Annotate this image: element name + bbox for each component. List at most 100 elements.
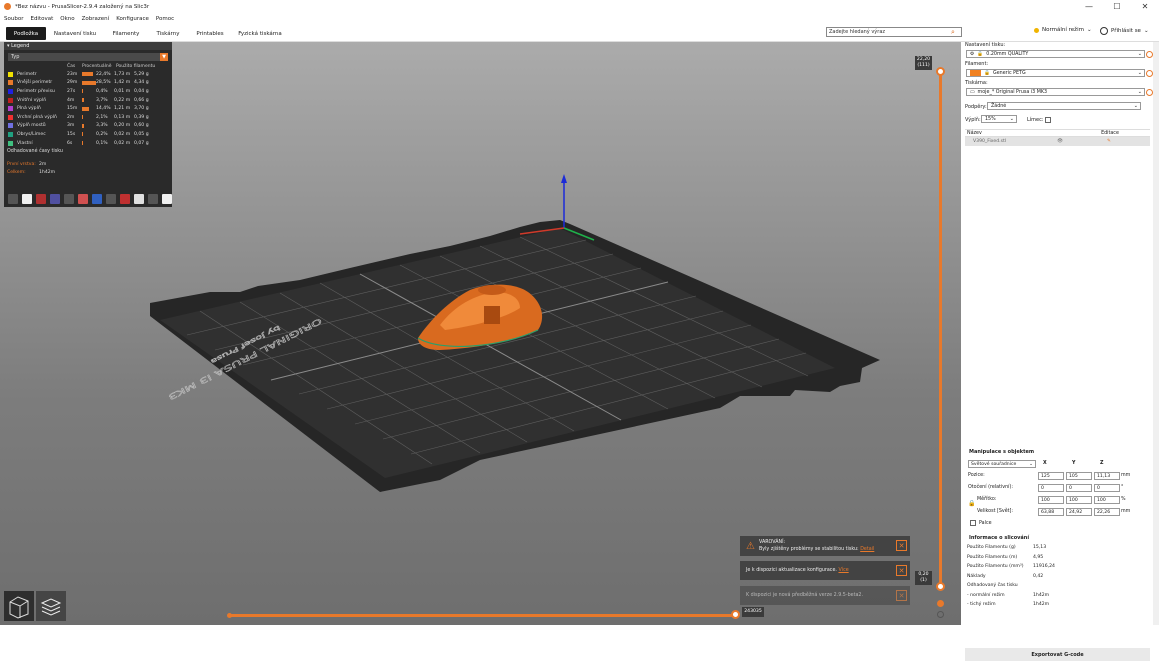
infill-select[interactable]: 15% ⌄	[981, 115, 1017, 123]
maximize-button[interactable]: ☐	[1103, 0, 1131, 13]
print-settings-edit-icon[interactable]	[1146, 51, 1153, 58]
close-button[interactable]: ✕	[1131, 0, 1159, 13]
search-icon[interactable]: ⌕	[951, 28, 959, 36]
filament-value: Generic PETG	[992, 70, 1026, 76]
position-z-input[interactable]: 11,13	[1094, 472, 1120, 480]
filament-select[interactable]: 🔒 Generic PETG ⌄	[966, 69, 1145, 77]
position-x-input[interactable]: 125	[1038, 472, 1064, 480]
rotation-x-input[interactable]: 0	[1038, 484, 1064, 492]
tab-printers[interactable]: Tiskárny	[152, 27, 184, 40]
retractions-icon[interactable]	[36, 194, 46, 204]
legend-row[interactable]: Obrys/Límec 15s 0,2% 0,02 m 0,05 g	[4, 130, 172, 139]
close-icon[interactable]: ✕	[896, 565, 907, 576]
menu-view[interactable]: Zobrazení	[82, 16, 110, 22]
rotation-z-input[interactable]: 0	[1094, 484, 1120, 492]
lock-icon[interactable]: 🔒	[968, 500, 975, 507]
legend-row[interactable]: Perimetr 23m 22,4% 1,73 m 5,29 g	[4, 70, 172, 79]
3d-view-button[interactable]	[4, 591, 34, 621]
wipe-icon[interactable]	[22, 194, 32, 204]
legend-row-length: 0,20 m	[114, 123, 131, 129]
eye-icon[interactable]: 👁	[1057, 139, 1107, 144]
legend-row[interactable]: Vlastní 6s 0,1% 0,02 m 0,07 g	[4, 139, 172, 148]
scale-y-input[interactable]: 100	[1066, 496, 1092, 504]
minimize-button[interactable]: —	[1075, 0, 1103, 13]
legend-row[interactable]: Plná výplň 15m 14,4% 1,21 m 3,70 g	[4, 104, 172, 113]
printer-select[interactable]: ▭ moje_* Original Prusa i3 MK3 ⌄	[966, 88, 1145, 96]
shells-icon[interactable]	[148, 194, 158, 204]
seams-icon[interactable]	[64, 194, 74, 204]
menu-configuration[interactable]: Konfigurace	[116, 16, 149, 22]
tab-printables[interactable]: Printables	[192, 27, 228, 40]
sidebar-scrollbar[interactable]	[1153, 42, 1159, 625]
deretractions-icon[interactable]	[50, 194, 60, 204]
tab-physical-printer[interactable]: Fyzická tiskárna	[236, 27, 284, 40]
layer-slider-settings-icon[interactable]	[937, 611, 944, 618]
mode-selector[interactable]: Normální režim ⌄	[1034, 27, 1092, 33]
edit-icon[interactable]: ✎	[1107, 139, 1111, 144]
config-update-link[interactable]: Více	[838, 568, 848, 573]
moves-slider[interactable]	[229, 614, 737, 617]
filament-edit-icon[interactable]	[1146, 70, 1153, 77]
legend-type-select[interactable]: Typ ▼	[8, 53, 168, 61]
menu-edit[interactable]: Editovat	[30, 16, 53, 22]
moves-slider-start-handle[interactable]	[227, 613, 232, 618]
brim-checkbox[interactable]	[1045, 117, 1051, 123]
legend-row[interactable]: Vnější perimetr 29m 28,5% 1,42 m 4,34 g	[4, 79, 172, 88]
legend-row-weight: 4,34 g	[134, 80, 149, 86]
coordinate-system-select[interactable]: Světové souřadnice ⌄	[968, 460, 1036, 468]
color-changes-icon[interactable]	[92, 194, 102, 204]
warning-icon: ⚠	[746, 540, 755, 552]
pause-prints-icon[interactable]	[106, 194, 116, 204]
supports-select[interactable]: Žádné ⌄	[987, 102, 1141, 110]
infill-label: Výplň:	[965, 117, 981, 123]
tool-changes-icon[interactable]	[78, 194, 88, 204]
legend-row[interactable]: Vrchní plná výplň 2m 2,1% 0,13 m 0,39 g	[4, 113, 172, 122]
tool-marker-icon[interactable]	[162, 194, 172, 204]
legend-row[interactable]: Vnitřní výplň 4m 3,7% 0,22 m 0,66 g	[4, 96, 172, 105]
legend-row-weight: 0,04 g	[134, 88, 149, 94]
layer-slider[interactable]	[939, 70, 942, 586]
legend-row-name: Plná výplň	[17, 106, 41, 112]
warning-detail-link[interactable]: Detail	[860, 547, 874, 552]
print-settings-select[interactable]: ⚙ 🔒 0.20mm QUALITY ⌄	[966, 50, 1145, 58]
legend-row[interactable]: Výplň mostů 3m 3,3% 0,20 m 0,60 g	[4, 122, 172, 131]
tab-print-settings[interactable]: Nastavení tisku	[52, 27, 98, 40]
close-icon[interactable]: ✕	[896, 590, 907, 601]
moves-slider-handle[interactable]	[731, 610, 740, 619]
menu-file[interactable]: Soubor	[4, 16, 23, 22]
object-row[interactable]: V390_Fixed.stl 👁 ✎	[965, 137, 1150, 146]
search-input[interactable]: Zadejte hledaný výraz ⌕	[826, 27, 962, 37]
first-layer-value: 2m	[39, 161, 47, 167]
login-button[interactable]: Přihlásit se ⌄	[1100, 27, 1149, 35]
legend-row-bar	[82, 98, 96, 103]
close-icon[interactable]: ✕	[896, 540, 907, 551]
menu-window[interactable]: Okno	[60, 16, 74, 22]
size-x-input[interactable]: 63,88	[1038, 508, 1064, 516]
scale-z-input[interactable]: 100	[1094, 496, 1120, 504]
center-of-gravity-icon[interactable]	[134, 194, 144, 204]
size-y-input[interactable]: 24,92	[1066, 508, 1092, 516]
inches-checkbox[interactable]	[970, 520, 976, 526]
coords-value: Světové souřadnice	[971, 461, 1017, 467]
rotation-y-input[interactable]: 0	[1066, 484, 1092, 492]
scale-x-input[interactable]: 100	[1038, 496, 1064, 504]
tab-filaments[interactable]: Filamenty	[108, 27, 144, 40]
layer-slider-bottom-handle[interactable]	[936, 582, 945, 591]
size-z-input[interactable]: 22,26	[1094, 508, 1120, 516]
chevron-down-icon: ⌄	[1133, 103, 1138, 109]
tab-plater[interactable]: Podložka	[6, 27, 46, 40]
legend-header[interactable]: ▾ Legend	[4, 42, 172, 50]
legend-row-weight: 0,07 g	[134, 140, 149, 146]
layer-slider-cog-icon[interactable]	[937, 600, 944, 607]
filament-color-swatch[interactable]	[970, 70, 981, 76]
menu-help[interactable]: Pomoc	[156, 16, 174, 22]
preview-button[interactable]	[36, 591, 66, 621]
custom-gcodes-icon[interactable]	[120, 194, 130, 204]
layer-slider-top-handle[interactable]	[936, 67, 945, 76]
printer-edit-icon[interactable]	[1146, 89, 1153, 96]
export-gcode-button[interactable]: Exportovat G-code	[965, 648, 1150, 661]
legend-row-name: Obrys/Límec	[17, 131, 46, 137]
legend-row[interactable]: Perimetr převisu 27s 0,4% 0,01 m 0,04 g	[4, 87, 172, 96]
position-y-input[interactable]: 105	[1066, 472, 1092, 480]
travel-icon[interactable]	[8, 194, 18, 204]
